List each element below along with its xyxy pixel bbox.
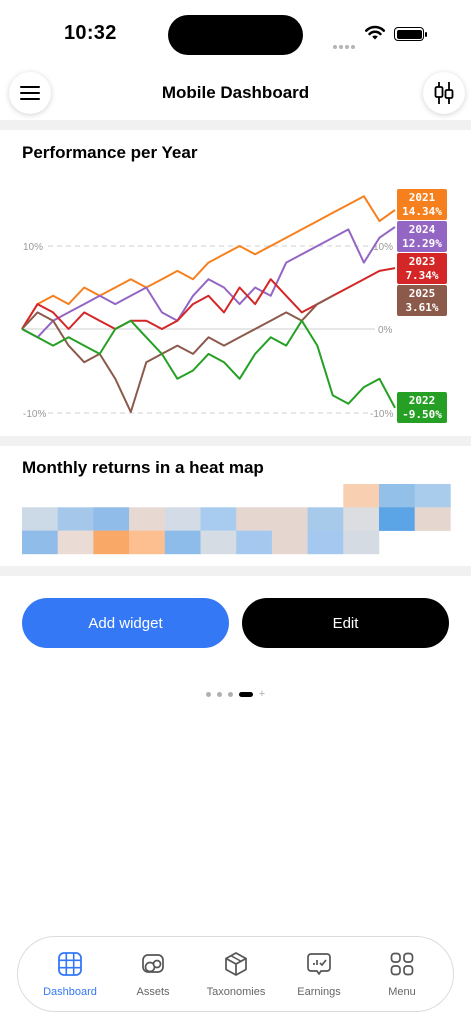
legend-badge-2022: 2022-9.50% [397, 392, 447, 423]
top-navigation: Mobile Dashboard [0, 70, 471, 120]
performance-line-chart[interactable]: 10% 10% 0% -10% -10% 202114.34%202412.29… [0, 175, 471, 430]
battery-icon [394, 27, 427, 41]
legend-year: 2023 [409, 255, 436, 268]
series-line-2021 [21, 195, 396, 330]
dynamic-island [168, 15, 303, 55]
legend-value: 14.34% [402, 205, 442, 218]
wifi-icon [365, 25, 385, 40]
tab-label: Menu [388, 986, 416, 998]
page-dot-active[interactable] [238, 692, 253, 697]
legend-year: 2022 [409, 394, 436, 407]
heatmap-cell[interactable] [129, 507, 166, 531]
section-divider [0, 436, 471, 446]
axis-label-zero: 0% [378, 325, 393, 336]
heatmap-cell[interactable] [93, 530, 130, 555]
tab-label: Dashboard [43, 986, 97, 998]
chart-settings-button[interactable] [423, 72, 465, 114]
legend-value: 3.61% [405, 301, 438, 314]
performance-title: Performance per Year [22, 143, 198, 162]
series-line-2022 [21, 319, 396, 409]
add-widget-button[interactable]: Add widget [22, 598, 229, 648]
legend-badge-2025: 20253.61% [397, 285, 447, 316]
tab-earnings[interactable]: Earnings [279, 951, 359, 998]
dashboard-grid-icon [58, 952, 82, 976]
add-page-icon[interactable]: + [259, 689, 265, 700]
heatmap-cell[interactable] [414, 507, 451, 531]
heatmap-cell[interactable] [307, 507, 344, 531]
legend-value: -9.50% [402, 408, 442, 421]
candlestick-icon [434, 82, 454, 104]
tab-taxonomies[interactable]: Taxonomies [196, 951, 276, 998]
cellular-signal-icon [333, 36, 357, 54]
page-indicator[interactable]: + [0, 689, 471, 700]
bottom-tab-bar: Dashboard Assets Taxonomies Earnings Men… [17, 936, 454, 1012]
axis-label-top: 10% [23, 242, 43, 253]
tab-label: Earnings [297, 986, 341, 998]
legend-badge-2024: 202412.29% [397, 221, 447, 252]
heatmap-cell[interactable] [93, 507, 130, 531]
legend-year: 2025 [409, 287, 436, 300]
heatmap-cell[interactable] [236, 530, 273, 555]
menu-grid-icon [390, 952, 414, 976]
heatmap-cell[interactable] [129, 530, 166, 555]
page-dot[interactable] [216, 692, 222, 697]
heatmap-cell[interactable] [414, 484, 451, 508]
series-line-2023 [21, 267, 396, 330]
heatmap-cell[interactable] [307, 530, 344, 555]
heatmap-cell[interactable] [271, 507, 308, 531]
axis-label-bottom: -10% [23, 409, 46, 420]
legend-year: 2021 [409, 191, 436, 204]
assets-coins-icon [142, 954, 164, 973]
heatmap-cell[interactable] [379, 484, 415, 508]
series-line-2024 [21, 226, 396, 339]
tab-menu[interactable]: Menu [362, 951, 442, 998]
heatmap-cell[interactable] [164, 530, 201, 555]
legend-year: 2024 [409, 223, 436, 236]
heatmap-cell[interactable] [22, 530, 58, 555]
heatmap-cell[interactable] [343, 484, 380, 508]
heatmap-cell[interactable] [379, 507, 415, 531]
heatmap-cell[interactable] [343, 530, 380, 555]
heatmap-cell[interactable] [236, 507, 273, 531]
legend-value: 7.34% [405, 269, 438, 282]
axis-label-bottom-right: -10% [370, 409, 393, 420]
tab-label: Taxonomies [206, 986, 266, 998]
legend-badge-2021: 202114.34% [397, 189, 447, 220]
heatmap-cell[interactable] [57, 530, 94, 555]
tab-dashboard[interactable]: Dashboard [30, 951, 110, 998]
section-divider [0, 120, 471, 130]
tab-assets[interactable]: Assets [113, 951, 193, 998]
earnings-chart-icon [307, 953, 331, 975]
status-bar: 10:32 [0, 0, 471, 70]
heatmap-title: Monthly returns in a heat map [22, 458, 264, 477]
heatmap-cell[interactable] [22, 507, 58, 531]
tab-label: Assets [136, 986, 170, 998]
heatmap-cell[interactable] [164, 507, 201, 531]
heatmap-cell[interactable] [343, 507, 380, 531]
legend-value: 12.29% [402, 237, 442, 250]
section-divider [0, 566, 471, 576]
taxonomies-cube-icon [225, 952, 247, 976]
status-time: 10:32 [64, 22, 117, 44]
monthly-returns-heatmap[interactable] [0, 480, 471, 556]
page-dot[interactable] [227, 692, 233, 697]
legend-badge-2023: 20237.34% [397, 253, 447, 284]
page-dot[interactable] [205, 692, 211, 697]
edit-button[interactable]: Edit [242, 598, 449, 648]
heatmap-cell[interactable] [200, 507, 237, 531]
heatmap-cell[interactable] [200, 530, 237, 555]
page-title: Mobile Dashboard [161, 83, 310, 102]
heatmap-cell[interactable] [57, 507, 94, 531]
heatmap-cell[interactable] [271, 530, 308, 555]
